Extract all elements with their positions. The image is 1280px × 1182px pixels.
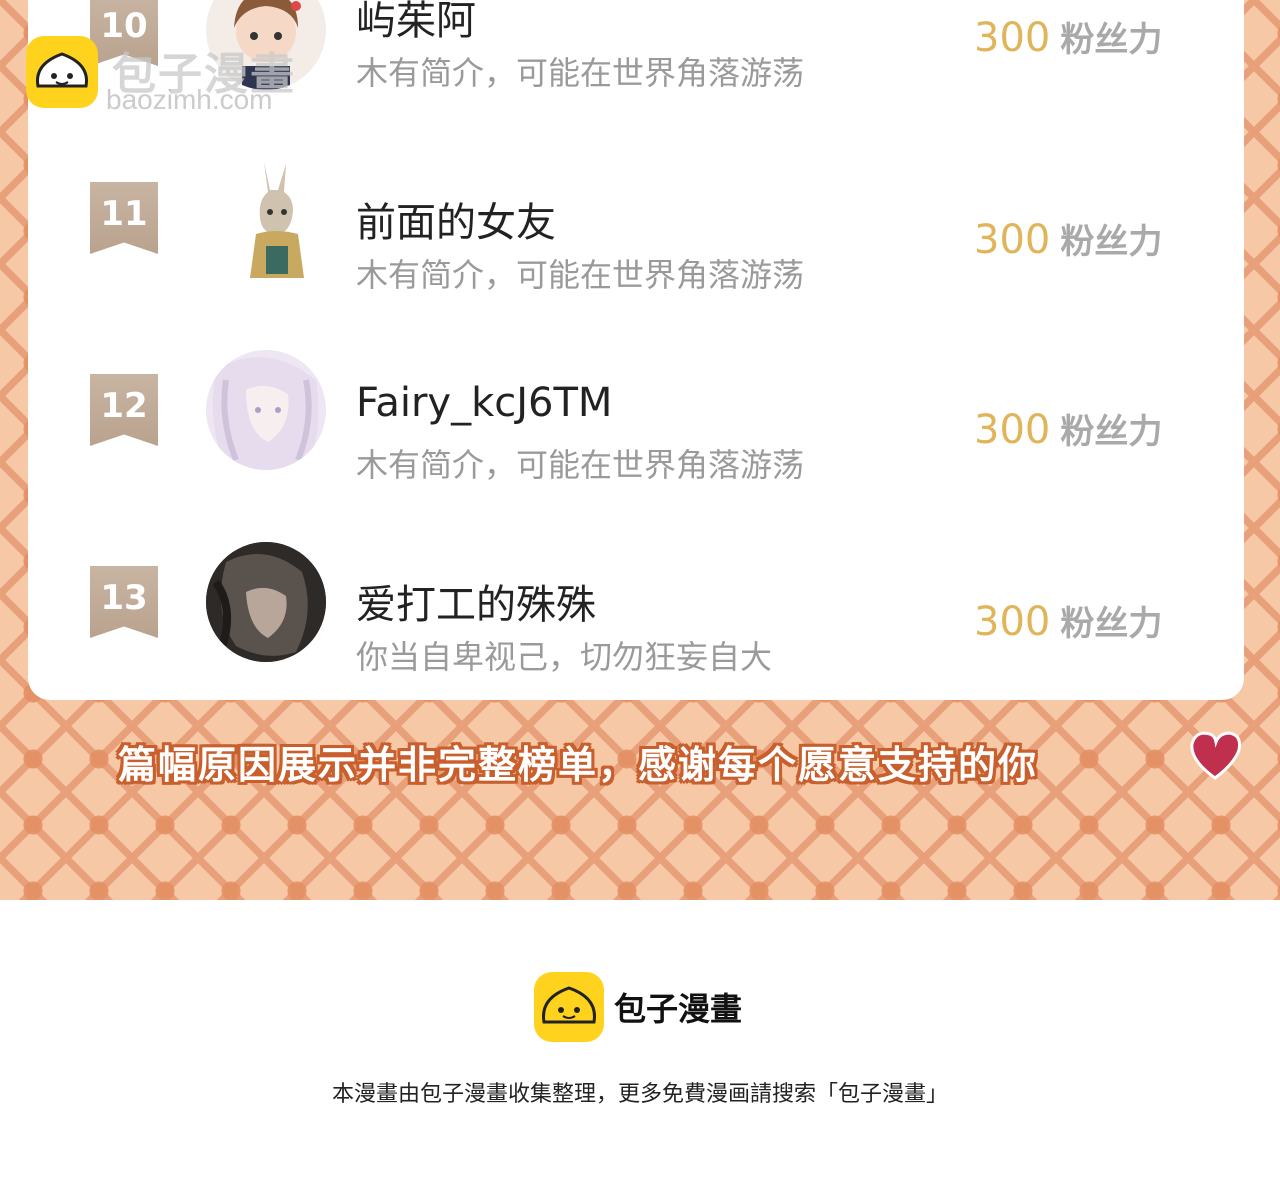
rank-badge: 12 [90, 374, 158, 446]
user-avatar[interactable] [216, 160, 316, 280]
ranking-row[interactable]: 12 Fairy_kcJ6TM 木有简介，可能在世界角落游荡 300 粉丝力 [28, 350, 1244, 540]
score-value: 300 [974, 217, 1051, 263]
bun-icon [26, 36, 98, 108]
score-value: 300 [974, 407, 1051, 453]
fan-score: 300 粉丝力 [974, 404, 1162, 453]
fan-score: 300 粉丝力 [974, 214, 1162, 263]
heart-icon [1186, 726, 1244, 784]
footer-note: 本漫畫由包子漫畫收集整理，更多免費漫画請搜索「包子漫畫」 [331, 1082, 948, 1107]
user-avatar[interactable] [206, 542, 326, 662]
ranking-row[interactable]: 13 爱打工的殊殊 你当自卑视己，切勿狂妄自大 300 粉丝力 [28, 542, 1244, 732]
user-bio: 木有简介，可能在世界角落游荡 [356, 54, 805, 92]
username[interactable]: Fairy_kcJ6TM [356, 380, 612, 426]
user-bio: 你当自卑视己，切勿狂妄自大 [356, 638, 773, 676]
score-unit: 粉丝力 [1060, 412, 1163, 452]
username[interactable]: 屿茱阿 [356, 0, 476, 46]
score-value: 300 [974, 15, 1051, 61]
watermark-url: baozimh.com [106, 84, 273, 115]
fan-score: 300 粉丝力 [974, 596, 1162, 645]
site-watermark: 包子漫畫 baozimh.com [26, 32, 326, 122]
score-unit: 粉丝力 [1060, 20, 1163, 60]
ranking-row[interactable]: 11 前面的女友 木有简介，可能在世界角落游荡 300 粉丝力 [28, 160, 1244, 350]
thank-you-banner: 篇幅原因展示并非完整榜单，感谢每个愿意支持的你 [118, 743, 1039, 787]
user-avatar[interactable] [206, 350, 326, 470]
score-unit: 粉丝力 [1060, 604, 1163, 644]
rank-badge: 11 [90, 182, 158, 254]
user-bio: 木有简介，可能在世界角落游荡 [356, 446, 805, 484]
username[interactable]: 爱打工的殊殊 [356, 572, 596, 630]
footer-title: 包子漫畫 [614, 990, 743, 1028]
user-bio: 木有简介，可能在世界角落游荡 [356, 256, 805, 294]
rank-badge: 13 [90, 566, 158, 638]
bun-icon [534, 972, 604, 1042]
score-value: 300 [974, 599, 1051, 645]
username[interactable]: 前面的女友 [356, 190, 556, 248]
fan-score: 300 粉丝力 [974, 12, 1162, 61]
score-unit: 粉丝力 [1060, 222, 1163, 262]
